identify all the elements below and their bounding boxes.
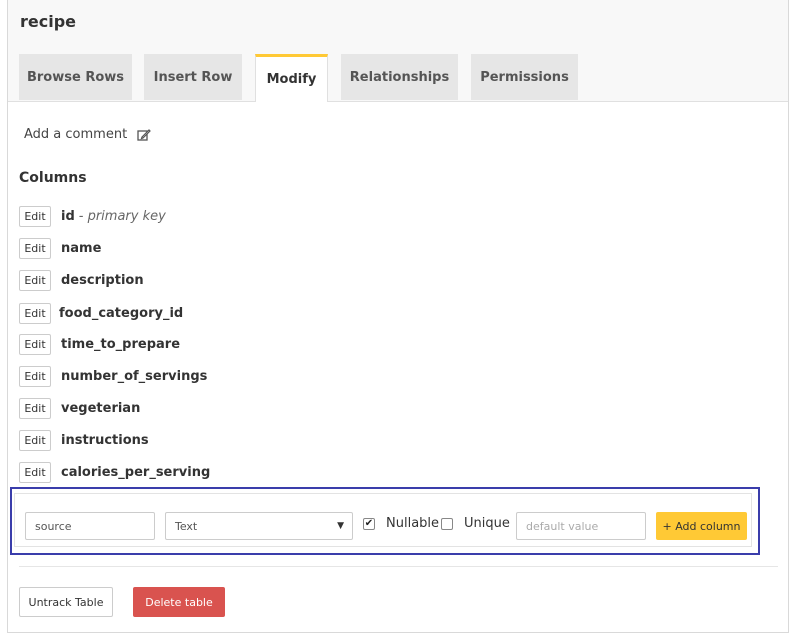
column-name-value: source bbox=[35, 519, 72, 533]
column-name: food_category_id bbox=[59, 305, 184, 321]
column-row-instructions: Edit instructions bbox=[19, 429, 149, 451]
edit-column-button[interactable]: Edit bbox=[19, 365, 51, 387]
columns-heading: Columns bbox=[19, 170, 87, 186]
table-modify-panel: recipe Browse Rows Insert Row Modify Rel… bbox=[7, 0, 789, 633]
edit-column-button[interactable]: Edit bbox=[19, 397, 51, 419]
add-comment-label: Add a comment bbox=[24, 127, 128, 142]
add-comment-row[interactable]: Add a comment bbox=[24, 127, 152, 142]
dropdown-arrow-icon: ▼ bbox=[337, 521, 344, 531]
tab-relationships[interactable]: Relationships bbox=[341, 54, 458, 100]
tab-permissions[interactable]: Permissions bbox=[471, 54, 578, 100]
tab-modify[interactable]: Modify bbox=[255, 54, 328, 102]
column-name: instructions bbox=[61, 432, 149, 448]
edit-icon[interactable] bbox=[137, 128, 152, 142]
column-row-name: Edit name bbox=[19, 237, 101, 259]
edit-column-button[interactable]: Edit bbox=[19, 302, 51, 324]
unique-label: Unique bbox=[464, 516, 510, 531]
column-name: id bbox=[61, 208, 75, 224]
edit-column-button[interactable]: Edit bbox=[19, 237, 51, 259]
column-row-food-category-id: Edit food_category_id bbox=[19, 302, 183, 324]
edit-column-button[interactable]: Edit bbox=[19, 269, 51, 291]
edit-column-button[interactable]: Edit bbox=[19, 429, 51, 451]
column-name: name bbox=[61, 240, 102, 256]
primary-key-note: - primary key bbox=[78, 208, 166, 224]
column-row-number-of-servings: Edit number_of_servings bbox=[19, 365, 207, 387]
column-name: number_of_servings bbox=[61, 368, 208, 384]
column-row-description: Edit description bbox=[19, 269, 144, 291]
column-row-time-to-prepare: Edit time_to_prepare bbox=[19, 333, 180, 355]
default-value-input[interactable]: default value bbox=[516, 512, 646, 540]
column-name-input[interactable]: source bbox=[25, 512, 155, 540]
column-row-calories-per-serving: Edit calories_per_serving bbox=[19, 461, 210, 483]
column-name: calories_per_serving bbox=[61, 464, 211, 480]
edit-column-button[interactable]: Edit bbox=[19, 205, 51, 227]
add-column-button[interactable]: + Add column bbox=[656, 512, 747, 540]
column-name: time_to_prepare bbox=[61, 336, 181, 352]
column-name: vegeterian bbox=[61, 400, 141, 416]
default-value-placeholder: default value bbox=[526, 519, 599, 533]
unique-checkbox[interactable] bbox=[441, 518, 453, 530]
divider bbox=[19, 566, 778, 567]
nullable-checkbox[interactable]: ✔ bbox=[363, 518, 375, 530]
header: recipe Browse Rows Insert Row Modify Rel… bbox=[8, 0, 788, 102]
column-type-value: Text bbox=[175, 519, 198, 533]
add-column-form-inner: source Text ▼ ✔ Nullable Unique default … bbox=[14, 493, 752, 547]
column-type-select[interactable]: Text ▼ bbox=[165, 512, 353, 540]
untrack-table-button[interactable]: Untrack Table bbox=[19, 587, 113, 617]
column-row-vegeterian: Edit vegeterian bbox=[19, 397, 140, 419]
column-row-id: Edit id - primary key bbox=[19, 205, 166, 227]
delete-table-button[interactable]: Delete table bbox=[133, 587, 225, 617]
tab-browse-rows[interactable]: Browse Rows bbox=[19, 54, 132, 100]
column-name: description bbox=[61, 272, 144, 288]
add-column-form: source Text ▼ ✔ Nullable Unique default … bbox=[10, 487, 760, 555]
edit-column-button[interactable]: Edit bbox=[19, 461, 51, 483]
tab-insert-row[interactable]: Insert Row bbox=[144, 54, 242, 100]
nullable-label: Nullable bbox=[386, 516, 440, 531]
edit-column-button[interactable]: Edit bbox=[19, 333, 51, 355]
page-title: recipe bbox=[20, 12, 77, 31]
